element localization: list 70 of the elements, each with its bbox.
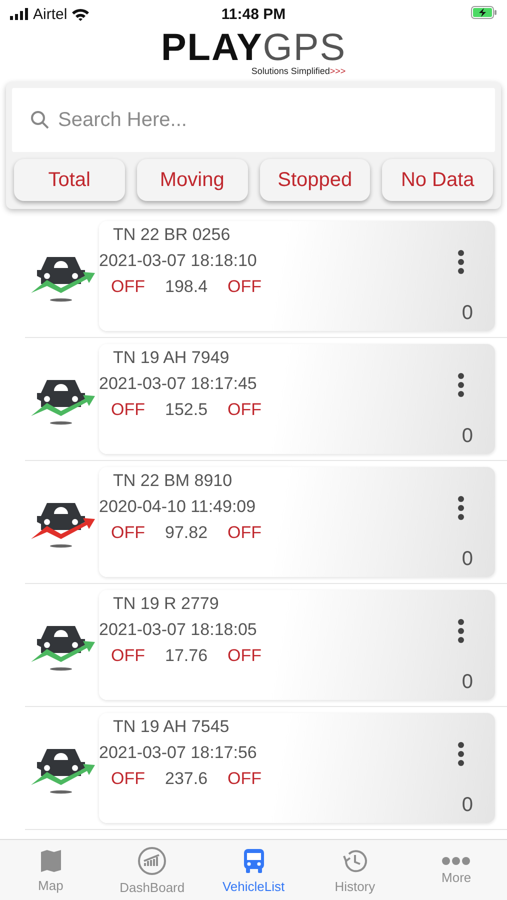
overflow-menu-icon[interactable] [455,249,467,275]
overflow-menu-icon[interactable] [455,741,467,767]
ignition-status: OFF [111,646,145,666]
vehicle-count: 0 [462,794,473,817]
shadow-icon [50,667,72,671]
ignition-status: OFF [111,523,145,543]
clock-time: 11:48 PM [221,6,286,22]
filter-button[interactable]: Moving [136,159,248,201]
vehicle-plate: TN 19 AH 7949 [113,348,230,368]
filter-button[interactable]: Total [14,159,125,201]
filter-button[interactable]: No Data [382,159,493,201]
overflow-menu-icon[interactable] [455,618,467,644]
vehicle-plate: TN 22 BR 0256 [113,225,232,245]
tab-bar-item[interactable]: DashBoard [101,840,203,900]
odometer-value: 152.5 [165,400,208,420]
battery-icon [471,6,497,18]
vehicle-count: 0 [462,671,473,694]
odometer-value: 17.76 [165,646,208,666]
wifi-icon [72,8,90,20]
vehicle-card[interactable]: TN 22 BR 0256 2021-03-07 18:18:10 OFF 198.4 OFF 0 [99,221,495,331]
ac-status: OFF [228,400,262,420]
ac-status: OFF [228,769,262,789]
ac-status: OFF [228,523,262,543]
ignition-status: OFF [111,400,145,420]
tab-bar-item[interactable]: History [304,840,406,900]
car-icon [37,503,85,530]
vehicle-card[interactable]: TN 19 AH 7545 2021-03-07 18:17:56 OFF 237.6 OFF 0 [99,713,495,823]
brand-tagline: Solutions Simplified>>> [251,66,346,76]
vehicle-card[interactable]: TN 19 AH 7949 2021-03-07 18:17:45 OFF 152.5 OFF 0 [99,344,495,454]
car-icon [37,257,85,284]
filter-button[interactable]: Stopped [260,159,370,201]
vehicle-plate: TN 19 R 2779 [113,594,220,614]
shadow-icon [50,298,72,302]
vehicle-plate: TN 19 AH 7545 [113,717,230,737]
ac-status: OFF [228,646,262,666]
tab-bar-item[interactable]: VehicleList [202,840,304,900]
more-icon [441,856,472,866]
vehicle-count: 0 [462,302,473,325]
search-field[interactable]: Search Here... [12,88,495,152]
tab-bar-item[interactable]: Map [0,840,102,900]
car-icon [37,749,85,776]
odometer-value: 237.6 [165,769,208,789]
signal-icon [10,8,28,20]
chart-icon [137,846,168,876]
vehicle-timestamp: 2021-03-07 18:18:10 [99,251,258,271]
shadow-icon [50,421,72,425]
vehicle-timestamp: 2021-03-07 18:17:45 [99,374,258,394]
brand-logo: PLAYGPS [160,30,346,66]
car-icon [37,626,85,653]
odometer-value: 97.82 [165,523,208,543]
overflow-menu-icon[interactable] [455,372,467,398]
vehicle-timestamp: 2020-04-10 11:49:09 [99,497,257,517]
carrier-name: Airtel [33,6,68,22]
car-icon [37,380,85,407]
vehicle-count: 0 [462,548,473,571]
tab-bar-item[interactable]: More [406,840,507,900]
shadow-icon [50,790,72,794]
overflow-menu-icon[interactable] [455,495,467,521]
search-icon [30,110,50,130]
ignition-status: OFF [111,277,145,297]
vehicle-card[interactable]: TN 19 R 2779 2021-03-07 18:18:05 OFF 17.76 OFF 0 [99,590,495,700]
vehicle-timestamp: 2021-03-07 18:17:56 [99,743,258,763]
vehicle-plate: TN 22 BM 8910 [113,471,234,491]
vehicle-card[interactable]: TN 22 BM 8910 2020-04-10 11:49:09 OFF 97.82 OFF 0 [99,467,495,577]
shadow-icon [50,544,72,548]
vehicle-count: 0 [462,425,473,448]
odometer-value: 198.4 [165,277,208,297]
ignition-status: OFF [111,769,145,789]
ac-status: OFF [228,277,262,297]
vehicle-timestamp: 2021-03-07 18:18:05 [99,620,258,640]
